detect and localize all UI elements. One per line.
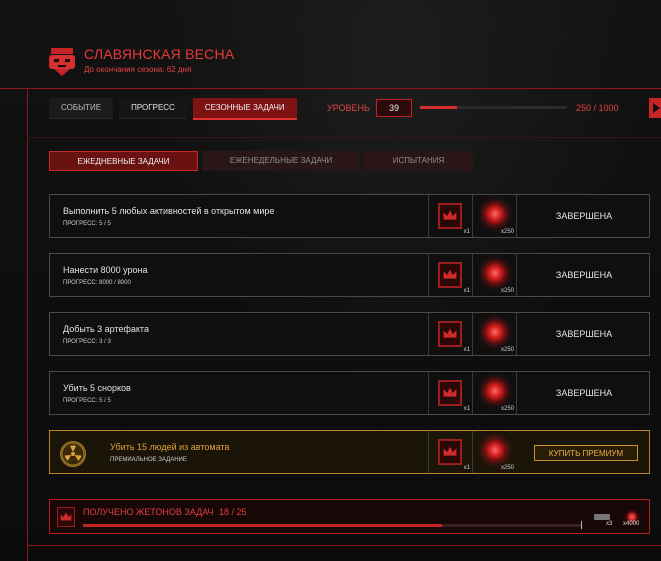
reward-qty: x1 (463, 406, 470, 412)
reward-orb-slot[interactable]: x250 (472, 431, 517, 473)
level-progress-fill (420, 106, 457, 109)
reward-token-slot[interactable]: x1 (428, 195, 473, 237)
season-countdown: До окончания сезона: 62 дня (84, 65, 192, 74)
task-title: Убить 15 людей из автомата (110, 442, 230, 452)
task-title: Убить 5 снорков (63, 383, 131, 393)
task-title: Выполнить 5 любых активностей в открытом… (63, 206, 275, 216)
radiation-icon (60, 441, 86, 467)
divider (0, 88, 661, 89)
task-status: ЗАВЕРШЕНА (516, 313, 651, 355)
premium-task-row: Убить 15 людей из автомата ПРЕМИАЛЬНОЕ З… (49, 430, 650, 474)
milestone-tick (581, 521, 582, 529)
task-row: Нанести 8000 урона ПРОГРЕСС: 8000 / 8000… (49, 253, 650, 297)
level-progress-bar (420, 106, 567, 109)
reward-qty: x1 (463, 347, 470, 353)
season-title: СЛАВЯНСКАЯ ВЕСНА (84, 46, 235, 62)
task-row: Добыть 3 артефакта ПРОГРЕСС: 3 / 3 x1 x2… (49, 312, 650, 356)
orb-icon (484, 203, 506, 225)
task-status: ЗАВЕРШЕНА (516, 372, 651, 414)
crown-badge-icon (438, 262, 462, 288)
faction-logo-icon (49, 48, 75, 76)
task-title: Добыть 3 артефакта (63, 324, 149, 334)
reward-qty: x3 (606, 521, 613, 527)
crown-badge-icon (57, 507, 75, 527)
level-value: 39 (376, 99, 412, 117)
task-progress: ПРОГРЕСС: 5 / 5 (63, 221, 111, 227)
reward-qty: x1 (463, 229, 470, 235)
task-row: Выполнить 5 любых активностей в открытом… (49, 194, 650, 238)
orb-icon (484, 380, 506, 402)
tab-daily-tasks[interactable]: ЕЖЕДНЕВНЫЕ ЗАДАЧИ (49, 151, 198, 171)
reward-qty: x250 (500, 465, 514, 471)
task-tokens-bar: ПОЛУЧЕНО ЖЕТОНОВ ЗАДАЧ 18 / 25 x3 x4000 (49, 499, 650, 534)
divider (27, 137, 661, 138)
tokens-progress-fill (83, 524, 442, 527)
reward-qty: x250 (500, 347, 514, 353)
level-progress-text: 250 / 1000 (576, 103, 619, 113)
reward-token-slot[interactable]: x1 (428, 431, 473, 473)
orb-icon (484, 262, 506, 284)
tab-season-tasks[interactable]: СЕЗОННЫЕ ЗАДАЧИ (192, 98, 297, 120)
reward-qty: x4000 (623, 521, 640, 527)
reward-qty: x250 (500, 288, 514, 294)
task-title: Нанести 8000 урона (63, 265, 148, 275)
tokens-label: ПОЛУЧЕНО ЖЕТОНОВ ЗАДАЧ (83, 507, 214, 517)
reward-qty: x1 (463, 288, 470, 294)
crown-badge-icon (438, 203, 462, 229)
task-status: ЗАВЕРШЕНА (516, 195, 651, 237)
reward-qty: x250 (500, 406, 514, 412)
crown-badge-icon (438, 439, 462, 465)
task-progress: ПРОГРЕСС: 3 / 3 (63, 339, 111, 345)
tokens-count: 18 / 25 (219, 507, 247, 517)
divider (27, 545, 661, 546)
task-progress: ПРОГРЕСС: 5 / 5 (63, 398, 111, 404)
level-label: УРОВЕНЬ (327, 103, 370, 113)
reward-token-slot[interactable]: x1 (428, 254, 473, 296)
reward-token-slot[interactable]: x1 (428, 372, 473, 414)
task-subtitle: ПРЕМИАЛЬНОЕ ЗАДАНИЕ (110, 457, 187, 463)
reward-orb-slot[interactable]: x250 (472, 195, 517, 237)
orb-icon (484, 321, 506, 343)
reward-orb-slot[interactable]: x250 (472, 372, 517, 414)
tab-weekly-tasks[interactable]: ЕЖЕНЕДЕЛЬНЫЕ ЗАДАЧИ (202, 151, 360, 171)
task-progress: ПРОГРЕСС: 8000 / 8000 (63, 280, 131, 286)
reward-qty: x1 (463, 465, 470, 471)
divider (27, 88, 28, 561)
tokens-progress-bar (83, 524, 581, 527)
crown-badge-icon (438, 380, 462, 406)
reward-qty: x250 (500, 229, 514, 235)
tab-challenges[interactable]: ИСПЫТАНИЯ (364, 151, 473, 171)
crown-badge-icon (438, 321, 462, 347)
reward-orb-slot[interactable]: x250 (472, 313, 517, 355)
reward-orb-slot[interactable]: x250 (472, 254, 517, 296)
reward-token-slot[interactable]: x1 (428, 313, 473, 355)
rifle-icon (594, 514, 610, 520)
task-status: ЗАВЕРШЕНА (516, 254, 651, 296)
buy-premium-button[interactable]: КУПИТЬ ПРЕМИУМ (534, 445, 638, 461)
sub-tabs: ЕЖЕДНЕВНЫЕ ЗАДАЧИ ЕЖЕНЕДЕЛЬНЫЕ ЗАДАЧИ ИС… (49, 151, 473, 171)
tab-progress[interactable]: ПРОГРЕСС (119, 98, 187, 119)
top-tabs: СОБЫТИЕ ПРОГРЕСС СЕЗОННЫЕ ЗАДАЧИ (49, 98, 297, 120)
tab-event[interactable]: СОБЫТИЕ (49, 98, 114, 119)
next-arrow-icon[interactable] (649, 98, 661, 118)
orb-icon (484, 439, 506, 461)
task-row: Убить 5 снорков ПРОГРЕСС: 5 / 5 x1 x250 … (49, 371, 650, 415)
